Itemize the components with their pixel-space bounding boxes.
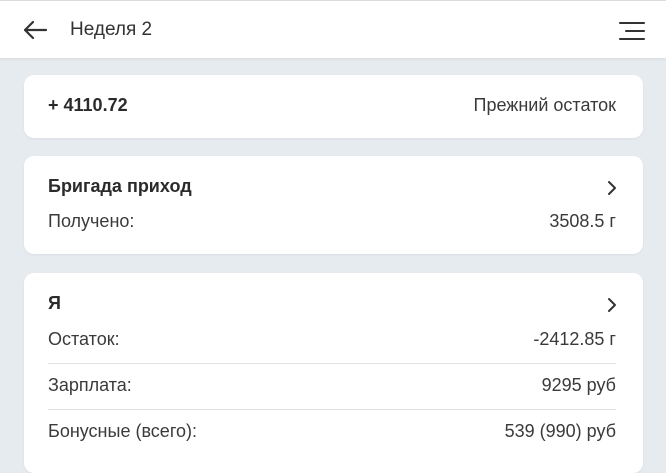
previous-balance-amount: + 4110.72 [48, 95, 128, 115]
previous-balance-label: Прежний остаток [473, 95, 616, 115]
brigade-income-card[interactable]: Бригада приход Получено: 3508.5 г [24, 156, 643, 254]
me-card[interactable]: Я Остаток: -2412.85 г Зарплата: 9295 руб… [24, 273, 643, 473]
top-app-bar: Неделя 2 [0, 0, 666, 58]
remainder-value: -2412.85 г [533, 329, 616, 349]
salary-row: Зарплата: 9295 руб [48, 363, 616, 408]
menu-icon[interactable] [618, 19, 646, 43]
remainder-row: Остаток: -2412.85 г [48, 318, 616, 362]
bonus-label: Бонусные (всего): [48, 421, 197, 441]
brigade-income-heading: Бригада приход [48, 176, 192, 196]
received-label: Получено: [48, 211, 135, 231]
previous-balance-card: + 4110.72 Прежний остаток [24, 75, 643, 138]
bonus-row: Бонусные (всего): 539 (990) руб [48, 409, 616, 454]
salary-label: Зарплата: [48, 375, 132, 395]
bonus-value: 539 (990) руб [504, 421, 616, 441]
remainder-label: Остаток: [48, 329, 120, 349]
received-value: 3508.5 г [549, 211, 616, 231]
salary-value: 9295 руб [541, 375, 616, 395]
chevron-right-icon [608, 181, 616, 195]
me-heading: Я [48, 293, 61, 313]
chevron-right-icon [608, 298, 616, 312]
arrow-left-icon[interactable] [22, 17, 48, 43]
page-title: Неделя 2 [70, 19, 153, 40]
received-row: Получено: 3508.5 г [48, 200, 616, 244]
